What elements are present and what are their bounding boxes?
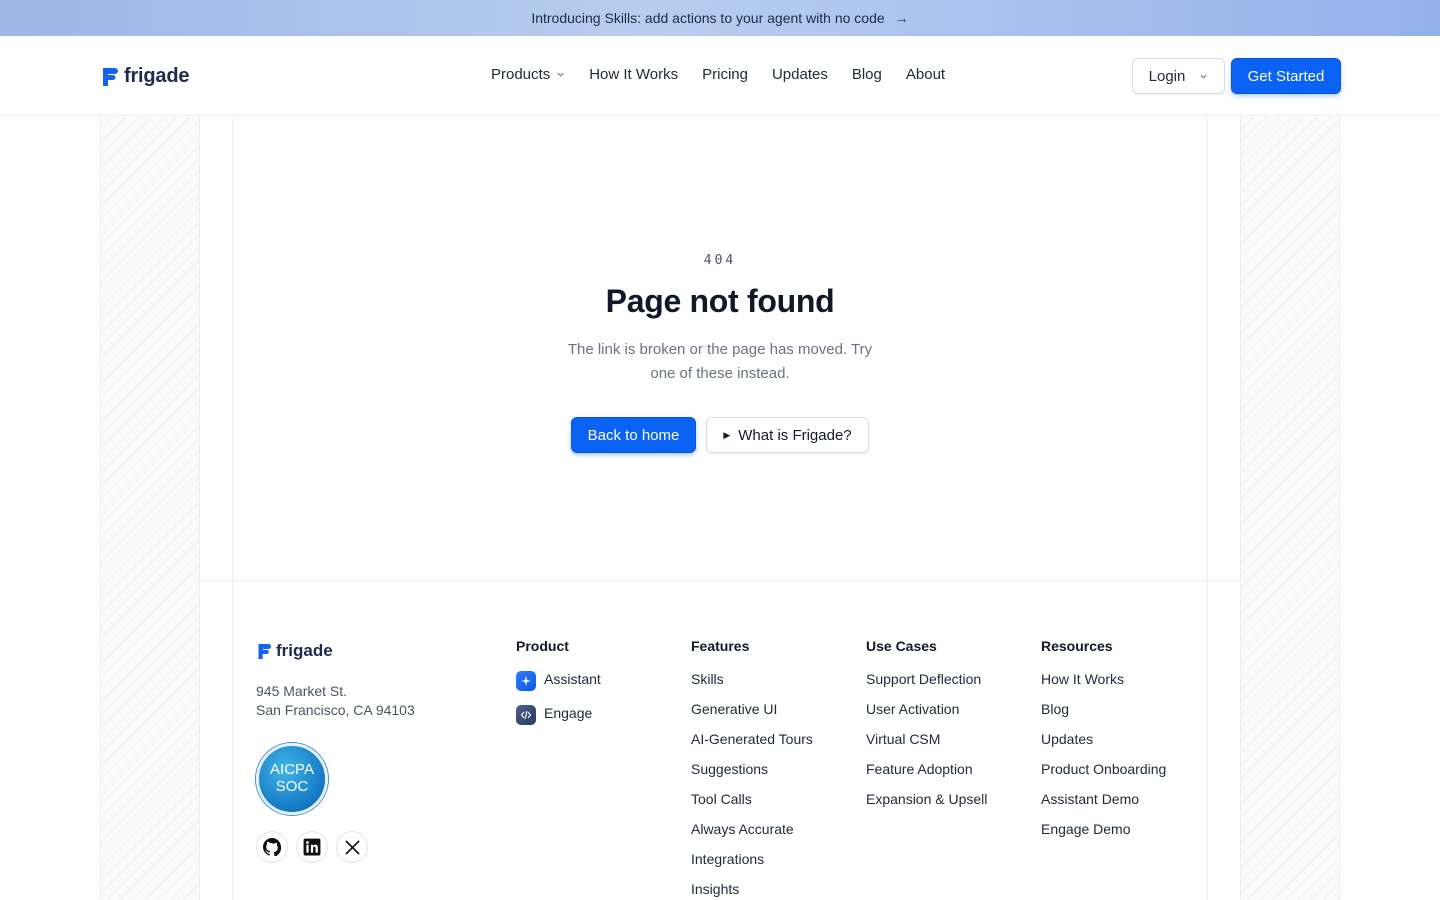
footer-link[interactable]: Updates bbox=[1041, 731, 1166, 761]
nav-about[interactable]: About bbox=[906, 66, 945, 83]
x-link[interactable] bbox=[336, 831, 368, 863]
column-heading: Resources bbox=[1041, 638, 1113, 654]
nav-updates[interactable]: Updates bbox=[772, 66, 828, 83]
footer-link[interactable]: Assistant Demo bbox=[1041, 791, 1166, 821]
footer-link[interactable]: Skills bbox=[691, 671, 813, 701]
github-link[interactable] bbox=[256, 831, 288, 863]
x-icon bbox=[344, 839, 360, 855]
footer-brand-name: frigade bbox=[276, 641, 333, 660]
nav-products-label: Products bbox=[491, 66, 551, 83]
code-icon bbox=[516, 705, 536, 725]
footer-link[interactable]: Generative UI bbox=[691, 701, 813, 731]
footer-link[interactable]: Expansion & Upsell bbox=[866, 791, 987, 821]
footer-link[interactable]: Integrations bbox=[691, 851, 813, 881]
column-heading: Use Cases bbox=[866, 638, 937, 654]
assistant-icon bbox=[516, 671, 536, 691]
badge-line: SOC bbox=[275, 778, 309, 795]
nav-pricing[interactable]: Pricing bbox=[702, 66, 748, 83]
address-line: 945 Market St. bbox=[256, 683, 348, 699]
footer-link[interactable]: Support Deflection bbox=[866, 671, 987, 701]
announcement-bar[interactable]: Introducing Skills: add actions to your … bbox=[0, 0, 1440, 36]
footer-link[interactable]: AI-Generated Tours bbox=[691, 731, 813, 761]
social-links bbox=[256, 831, 368, 863]
get-started-button[interactable]: Get Started bbox=[1231, 58, 1341, 94]
footer-address: 945 Market St. San Francisco, CA 94103 bbox=[256, 682, 415, 720]
play-icon: ▶ bbox=[723, 429, 731, 440]
footer-link-assistant[interactable]: Assistant bbox=[516, 671, 601, 705]
column-heading: Features bbox=[691, 638, 750, 654]
footer-link[interactable]: Tool Calls bbox=[691, 791, 813, 821]
footer-column-resources: Resources How It Works Blog Updates Prod… bbox=[1041, 638, 1166, 851]
main-nav: Products How It Works Pricing Updates Bl… bbox=[491, 66, 945, 83]
footer-link-label: Assistant bbox=[544, 671, 601, 687]
nav-blog[interactable]: Blog bbox=[852, 66, 882, 83]
site-header: frigade Products How It Works Pricing Up… bbox=[0, 36, 1440, 116]
error-code: 404 bbox=[703, 253, 737, 268]
footer-column-use-cases: Use Cases Support Deflection User Activa… bbox=[866, 638, 987, 821]
brand-logo[interactable]: frigade bbox=[100, 65, 189, 88]
footer-link[interactable]: Blog bbox=[1041, 701, 1166, 731]
linkedin-icon bbox=[303, 838, 321, 856]
divider bbox=[200, 580, 1240, 581]
what-is-frigade-label: What is Frigade? bbox=[738, 426, 852, 444]
arrow-right-icon: → bbox=[894, 10, 909, 26]
footer-link[interactable]: Always Accurate bbox=[691, 821, 813, 851]
aicpa-soc-badge: AICPA SOC bbox=[256, 743, 328, 815]
nav-products[interactable]: Products bbox=[491, 66, 565, 83]
back-to-home-button[interactable]: Back to home bbox=[571, 417, 696, 453]
frigade-logo-icon bbox=[103, 67, 118, 86]
footer-link[interactable]: User Activation bbox=[866, 701, 987, 731]
footer-link[interactable]: Suggestions bbox=[691, 761, 813, 791]
login-button[interactable]: Login bbox=[1132, 58, 1225, 94]
footer-link[interactable]: Feature Adoption bbox=[866, 761, 987, 791]
nav-how-it-works[interactable]: How It Works bbox=[589, 66, 678, 83]
footer-column-features: Features Skills Generative UI AI-Generat… bbox=[691, 638, 813, 900]
linkedin-link[interactable] bbox=[296, 831, 328, 863]
column-heading: Product bbox=[516, 638, 569, 654]
footer-column-product: Product Assistant Engage bbox=[516, 638, 601, 739]
error-description: The link is broken or the page has moved… bbox=[567, 341, 873, 382]
chevron-down-icon bbox=[557, 72, 564, 77]
left-hatch-panel bbox=[100, 116, 200, 900]
footer-link[interactable]: Product Onboarding bbox=[1041, 761, 1166, 791]
frigade-logo-icon bbox=[258, 643, 271, 659]
footer-link[interactable]: Engage Demo bbox=[1041, 821, 1166, 851]
footer-link[interactable]: Insights bbox=[691, 881, 813, 900]
footer-link-engage[interactable]: Engage bbox=[516, 705, 601, 739]
footer-link[interactable]: Virtual CSM bbox=[866, 731, 987, 761]
divider bbox=[1207, 116, 1208, 900]
address-line: San Francisco, CA 94103 bbox=[256, 702, 415, 718]
chevron-down-icon bbox=[1200, 74, 1207, 79]
announcement-text[interactable]: Introducing Skills: add actions to your … bbox=[531, 10, 884, 26]
what-is-frigade-button[interactable]: ▶ What is Frigade? bbox=[706, 417, 869, 453]
right-hatch-panel bbox=[1240, 116, 1340, 900]
footer-link-label: Engage bbox=[544, 705, 593, 721]
github-icon bbox=[263, 838, 281, 856]
footer-link[interactable]: How It Works bbox=[1041, 671, 1166, 701]
brand-name: frigade bbox=[124, 65, 190, 87]
badge-line: AICPA bbox=[270, 761, 314, 778]
login-label: Login bbox=[1148, 67, 1186, 85]
page-title: Page not found bbox=[605, 283, 835, 319]
footer-logo[interactable]: frigade bbox=[256, 641, 333, 661]
divider bbox=[232, 116, 233, 900]
